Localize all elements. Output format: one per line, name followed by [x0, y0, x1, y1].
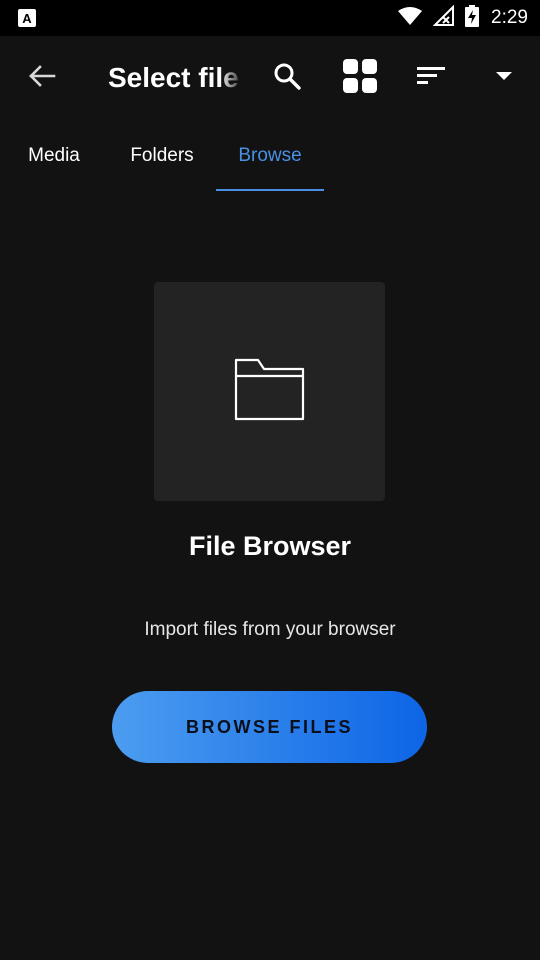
folder-icon [234, 356, 306, 427]
empty-state-title: File Browser [188, 531, 352, 561]
browse-files-button[interactable]: BROWSE FILES [112, 691, 427, 763]
sort-button[interactable] [413, 60, 449, 96]
dropdown-arrow-icon [495, 69, 513, 87]
app-a-icon: A [18, 9, 36, 27]
sort-icon [416, 65, 446, 92]
folder-tile [154, 282, 385, 501]
back-button[interactable] [22, 62, 62, 94]
search-button[interactable] [269, 60, 305, 96]
battery-charging-icon [465, 4, 480, 32]
tab-bar: Media Folders Browse [0, 120, 540, 192]
tab-indicator [216, 189, 324, 191]
screen: A 2:29 Select files Media Folders Browse… [0, 0, 540, 960]
empty-state-subtitle: Import files from your browser [144, 619, 396, 640]
dropdown-button[interactable] [486, 60, 522, 96]
tab-media[interactable]: Media [0, 120, 108, 192]
status-bar: A 2:29 [0, 0, 540, 36]
back-arrow-icon [28, 64, 56, 93]
wifi-icon [397, 6, 423, 31]
tab-browse[interactable]: Browse [216, 120, 324, 192]
grid-view-icon [343, 58, 377, 98]
title-fade [220, 60, 244, 96]
toolbar: Select files [0, 36, 540, 120]
signal-off-icon [432, 4, 455, 32]
svg-text:A: A [22, 11, 32, 26]
grid-view-button[interactable] [342, 58, 378, 98]
search-icon [273, 62, 301, 95]
tab-folders[interactable]: Folders [108, 120, 216, 192]
status-time: 2:29 [491, 7, 528, 28]
status-icons: 2:29 [397, 0, 528, 36]
